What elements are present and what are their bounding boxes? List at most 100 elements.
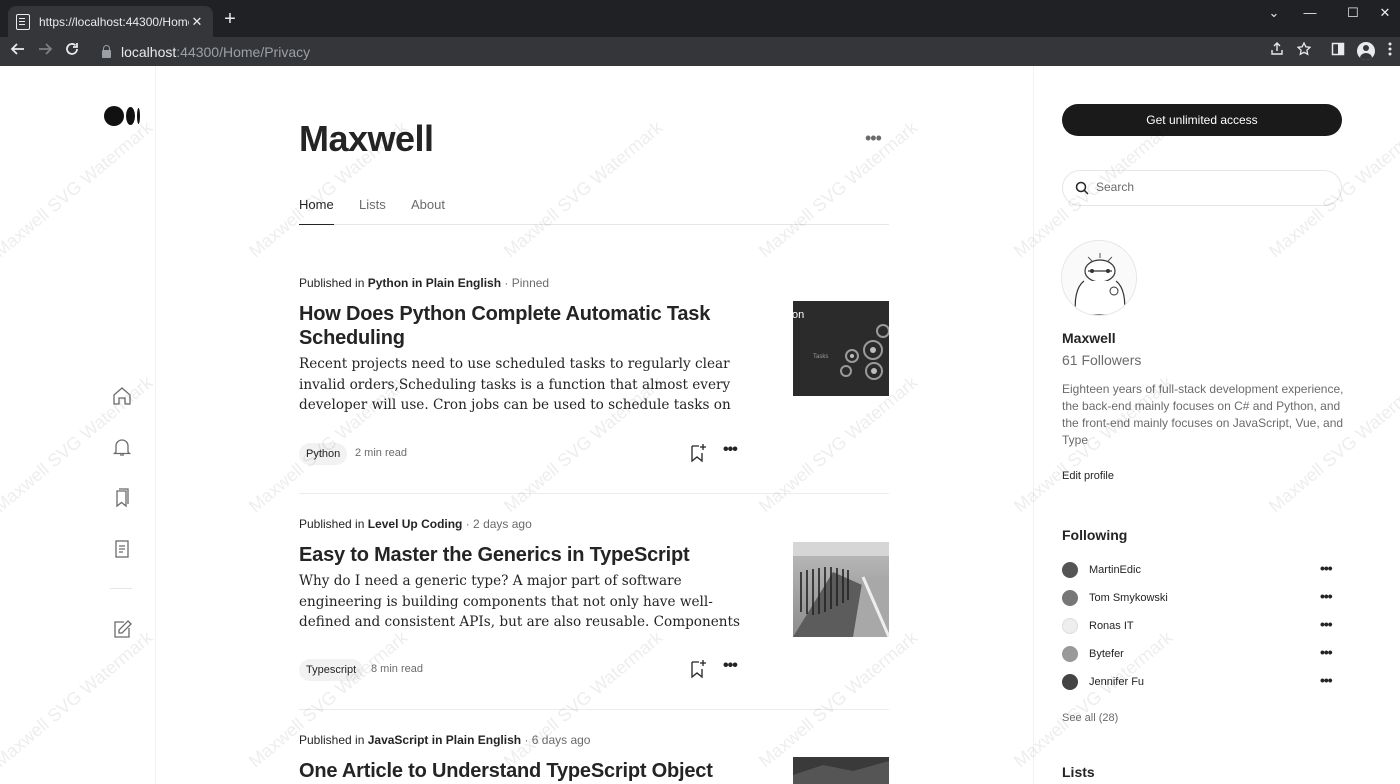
page-icon	[16, 13, 30, 30]
following-item[interactable]: Ronas IT •••	[1062, 616, 1342, 636]
tab-about[interactable]: About	[411, 197, 445, 225]
article-card[interactable]: Published in Level Up Coding · 2 days ag…	[299, 517, 889, 717]
share-icon[interactable]	[1268, 42, 1286, 59]
article-meta: Published in JavaScript in Plain English…	[299, 733, 591, 747]
divider	[299, 493, 889, 494]
profile-bio: Eighteen years of full-stack development…	[1062, 382, 1344, 447]
write-icon[interactable]	[110, 618, 134, 642]
maximize-button[interactable]: ☐	[1343, 5, 1363, 21]
profile-name[interactable]: Maxwell	[1062, 330, 1116, 346]
thumb-text: on	[793, 309, 804, 321]
bookmark-add-icon[interactable]	[689, 659, 707, 679]
following-heading: Following	[1062, 527, 1128, 543]
browser-tab[interactable]: https://localhost:44300/Home ✕	[8, 6, 213, 37]
following-item[interactable]: Tom Smykowski •••	[1062, 588, 1342, 608]
publication-link[interactable]: Level Up Coding	[368, 517, 463, 531]
following-name[interactable]: Tom Smykowski	[1089, 592, 1168, 604]
following-item[interactable]: MartinEdic •••	[1062, 560, 1342, 580]
article-card[interactable]: Published in JavaScript in Plain English…	[299, 733, 889, 784]
article-title[interactable]: One Article to Understand TypeScript Obj…	[299, 759, 744, 783]
watermark-text: Maxwell SVG Watermark	[755, 117, 922, 262]
search-icon	[1075, 181, 1089, 195]
following-item[interactable]: Bytefer •••	[1062, 644, 1342, 664]
bookmark-star-icon[interactable]	[1295, 41, 1313, 59]
following-name[interactable]: MartinEdic	[1089, 564, 1141, 576]
bookmark-add-icon[interactable]	[689, 443, 707, 463]
profile-icon[interactable]	[1357, 42, 1375, 60]
article-footer: Python 2 min read •••	[299, 441, 744, 465]
divider	[299, 709, 889, 710]
rail-divider	[110, 588, 132, 589]
library-icon[interactable]	[110, 486, 134, 510]
article-title[interactable]: How Does Python Complete Automatic Task …	[299, 302, 739, 350]
publication-link[interactable]: JavaScript in Plain English	[368, 733, 521, 747]
article-footer: Typescript 8 min read •••	[299, 657, 744, 681]
tag-chip[interactable]: Typescript	[299, 659, 364, 681]
tab-search-icon[interactable]: ⌄	[1264, 5, 1284, 21]
page-title: Maxwell	[299, 118, 434, 159]
search-input[interactable]	[1096, 180, 1326, 194]
followers-count[interactable]: 61 Followers	[1062, 352, 1141, 368]
following-more-icon[interactable]: •••	[1320, 588, 1333, 604]
article-thumbnail[interactable]: on Tasks	[793, 301, 889, 396]
avatar	[1062, 646, 1078, 662]
thumb-text-2: Tasks	[813, 354, 828, 360]
medium-logo-icon[interactable]	[104, 106, 140, 126]
following-more-icon[interactable]: •••	[1320, 644, 1333, 660]
following-item[interactable]: Jennifer Fu •••	[1062, 672, 1342, 692]
minimize-button[interactable]: —	[1300, 5, 1320, 20]
right-sidebar: Get unlimited access Maxwell 61 Follower…	[1033, 66, 1400, 784]
article-more-icon[interactable]: •••	[723, 441, 738, 459]
get-unlimited-access-button[interactable]: Get unlimited access	[1062, 104, 1342, 136]
following-more-icon[interactable]: •••	[1320, 672, 1333, 688]
article-excerpt[interactable]: Recent projects need to use scheduled ta…	[299, 354, 744, 416]
tab-title: https://localhost:44300/Home	[39, 14, 189, 29]
profile-tabs: Home Lists About	[299, 194, 889, 225]
url-text: localhost:44300/Home/Privacy	[121, 43, 311, 60]
menu-kebab-icon[interactable]	[1381, 42, 1399, 59]
stories-icon[interactable]	[110, 537, 134, 561]
publication-link[interactable]: Python in Plain English	[368, 276, 501, 290]
tab-home[interactable]: Home	[299, 197, 334, 225]
lists-heading: Lists	[1062, 764, 1095, 780]
article-thumbnail[interactable]	[793, 757, 889, 784]
profile-more-icon[interactable]: •••	[865, 128, 882, 149]
browser-toolbar: localhost:44300/Home/Privacy	[0, 37, 1400, 66]
avatar	[1062, 618, 1078, 634]
following-more-icon[interactable]: •••	[1320, 560, 1333, 576]
address-bar[interactable]: localhost:44300/Home/Privacy	[92, 39, 1322, 64]
see-all-link[interactable]: See all (28)	[1062, 712, 1118, 724]
read-time: 8 min read	[371, 663, 423, 675]
back-arrow-icon[interactable]	[8, 41, 28, 61]
avatar	[1062, 590, 1078, 606]
tag-chip[interactable]: Python	[299, 443, 348, 465]
article-thumbnail[interactable]	[793, 542, 889, 637]
article-excerpt[interactable]: Why do I need a generic type? A major pa…	[299, 571, 744, 633]
tab-lists[interactable]: Lists	[359, 197, 386, 225]
home-icon[interactable]	[110, 384, 134, 408]
new-tab-button[interactable]: +	[219, 7, 241, 31]
profile-avatar[interactable]	[1061, 240, 1137, 316]
article-title[interactable]: Easy to Master the Generics in TypeScrip…	[299, 543, 739, 567]
article-more-icon[interactable]: •••	[723, 657, 738, 675]
side-panel-icon[interactable]	[1329, 42, 1347, 59]
watermark-text: Maxwell SVG Watermark	[500, 117, 667, 262]
notifications-icon[interactable]	[110, 435, 134, 459]
article-meta: Published in Level Up Coding · 2 days ag…	[299, 517, 532, 531]
close-window-button[interactable]: ✕	[1375, 5, 1395, 21]
read-time: 2 min read	[355, 447, 407, 459]
avatar	[1062, 674, 1078, 690]
search-box[interactable]	[1062, 170, 1342, 206]
article-card[interactable]: Published in Python in Plain English · P…	[299, 276, 889, 486]
article-meta: Published in Python in Plain English · P…	[299, 276, 550, 290]
edit-profile-link[interactable]: Edit profile	[1062, 470, 1114, 482]
close-tab-icon[interactable]: ✕	[189, 14, 205, 30]
following-name[interactable]: Jennifer Fu	[1089, 676, 1144, 688]
forward-arrow-icon[interactable]	[35, 41, 55, 61]
reload-icon[interactable]	[62, 41, 82, 61]
following-name[interactable]: Bytefer	[1089, 648, 1124, 660]
following-name[interactable]: Ronas IT	[1089, 620, 1134, 632]
following-more-icon[interactable]: •••	[1320, 616, 1333, 632]
browser-tab-strip: https://localhost:44300/Home ✕ + ⌄ — ☐ ✕	[0, 0, 1400, 37]
left-navigation-rail	[0, 66, 156, 784]
